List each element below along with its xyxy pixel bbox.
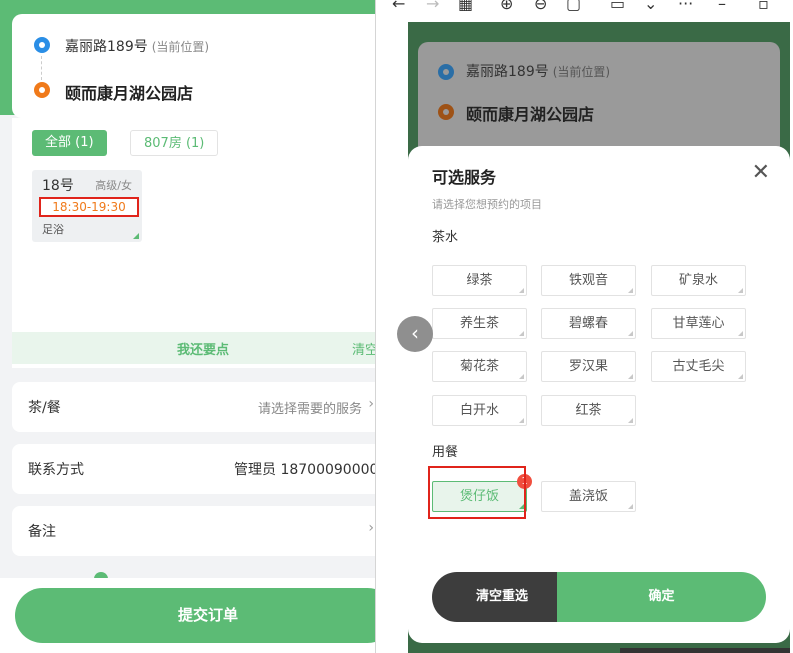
service-option[interactable]: 古丈毛尖 <box>651 351 746 382</box>
tea-meal-row[interactable]: 茶/餐 请选择需要的服务 › <box>12 382 375 432</box>
service-option[interactable]: 菊花茶 <box>432 351 527 382</box>
contact-label: 联系方式 <box>28 462 84 478</box>
submit-order-button[interactable]: 提交订单 <box>15 588 375 643</box>
room-card: 全部 (1) 807房 (1) 18号 高级/女 18:30-19:30 足浴 <box>12 118 375 368</box>
corner-marker-icon <box>519 288 524 293</box>
current-address-note: (当前位置) <box>151 40 210 54</box>
service-option[interactable]: 盖浇饭 <box>541 481 636 512</box>
grid-icon[interactable]: ▦ <box>458 0 473 13</box>
corner-marker-icon <box>519 331 524 336</box>
current-address-text: 嘉丽路189号 <box>466 64 549 80</box>
clear-button[interactable]: 清空 <box>352 339 375 358</box>
clear-reselect-button[interactable]: 清空重选 <box>432 572 572 622</box>
store-name: 颐而康月湖公园店 <box>466 105 595 124</box>
tab-room-807[interactable]: 807房 (1) <box>130 130 219 156</box>
chevron-down-icon[interactable]: ⌄ <box>644 0 657 13</box>
corner-marker-icon <box>519 418 524 423</box>
current-address: 嘉丽路189号 (当前位置) <box>65 36 209 56</box>
service-option[interactable]: 罗汉果 <box>541 351 636 382</box>
contact-row[interactable]: 联系方式 管理员 18700090000 <box>12 444 375 494</box>
chevron-right-icon: › <box>368 520 374 536</box>
service-option[interactable]: 矿泉水 <box>651 265 746 296</box>
address-card-dimmed: 嘉丽路189号 (当前位置) 颐而康月湖公园店 <box>418 42 780 162</box>
sheet-hint: 请选择您想预约的项目 <box>432 198 542 211</box>
tea-meal-value: 请选择需要的服务 <box>258 402 363 417</box>
chevron-right-icon: › <box>368 396 374 412</box>
corner-marker-icon <box>519 374 524 379</box>
bottom-bar: 提交订单 <box>0 578 375 653</box>
remark-row[interactable]: 备注 › <box>12 506 375 556</box>
close-icon[interactable]: ✕ <box>752 162 770 184</box>
corner-marker-icon <box>628 331 633 336</box>
tea-meal-label: 茶/餐 <box>28 400 61 416</box>
viewer-toolbar: ← → ▦ ⊕ ⊖ ▢ ▭ ⌄ ··· – ▫ <box>376 0 793 22</box>
technician-number: 18号 <box>42 178 74 194</box>
service-option[interactable]: 红茶 <box>541 395 636 426</box>
service-option[interactable]: 铁观音 <box>541 265 636 296</box>
current-address: 嘉丽路189号 (当前位置) <box>466 61 610 81</box>
fit-icon[interactable]: ▢ <box>566 0 581 13</box>
contact-value: 管理员 18700090000 <box>234 462 375 478</box>
location-dot-icon <box>34 37 50 53</box>
more-icon[interactable]: ··· <box>678 0 693 13</box>
service-option[interactable]: 白开水 <box>432 395 527 426</box>
corner-marker-icon <box>628 418 633 423</box>
maximize-icon[interactable]: ▫ <box>758 0 769 13</box>
category-meal: 用餐 <box>432 445 459 460</box>
corner-marker-icon <box>628 374 633 379</box>
store-dot-icon <box>438 104 454 120</box>
corner-marker-icon <box>738 331 743 336</box>
zoom-out-icon[interactable]: ⊖ <box>534 0 547 13</box>
service-option[interactable]: 碧螺春 <box>541 308 636 339</box>
address-card: 嘉丽路189号 (当前位置) 颐而康月湖公园店 <box>12 14 375 118</box>
confirm-button[interactable]: 确定 <box>557 572 766 622</box>
technician-time: 18:30-19:30 <box>39 197 139 217</box>
route-line <box>41 56 42 80</box>
technician-card[interactable]: 18号 高级/女 18:30-19:30 足浴 <box>32 170 142 242</box>
back-arrow-icon[interactable]: ← <box>392 0 405 13</box>
corner-marker-icon <box>738 288 743 293</box>
corner-marker-icon <box>133 233 139 239</box>
order-panel: 嘉丽路189号 (当前位置) 颐而康月湖公园店 全部 (1) 807房 (1) 1… <box>0 0 375 653</box>
technician-level: 高级/女 <box>95 179 132 192</box>
corner-marker-icon <box>628 288 633 293</box>
current-address-text: 嘉丽路189号 <box>65 39 148 55</box>
category-tea: 茶水 <box>432 230 459 245</box>
sheet-title: 可选服务 <box>432 168 497 187</box>
service-option[interactable]: 绿茶 <box>432 265 527 296</box>
service-sheet: 可选服务 ✕ 请选择您想预约的项目 茶水 绿茶 铁观音 矿泉水 养生茶 碧螺春 … <box>408 146 790 643</box>
add-more-button[interactable]: 我还要点 <box>177 339 229 358</box>
tab-all[interactable]: 全部 (1) <box>32 130 107 156</box>
add-more-bar: 我还要点 清空 <box>12 332 375 364</box>
corner-marker-icon <box>628 504 633 509</box>
highlight-box <box>428 466 526 519</box>
forward-arrow-icon[interactable]: → <box>426 0 439 13</box>
corner-marker-icon <box>738 374 743 379</box>
taskbar-strip <box>620 648 790 653</box>
chevron-left-icon[interactable]: ‹ <box>397 316 433 352</box>
remark-label: 备注 <box>28 524 56 540</box>
zoom-in-icon[interactable]: ⊕ <box>500 0 513 13</box>
store-dot-icon <box>34 82 50 98</box>
minimize-icon[interactable]: – <box>718 0 726 13</box>
store-name[interactable]: 颐而康月湖公园店 <box>65 80 193 104</box>
service-option[interactable]: 养生茶 <box>432 308 527 339</box>
rotate-icon[interactable]: ▭ <box>610 0 625 13</box>
service-option[interactable]: 甘草莲心 <box>651 308 746 339</box>
current-address-note: (当前位置) <box>552 65 611 79</box>
location-dot-icon <box>438 64 454 80</box>
technician-service: 足浴 <box>42 223 64 236</box>
